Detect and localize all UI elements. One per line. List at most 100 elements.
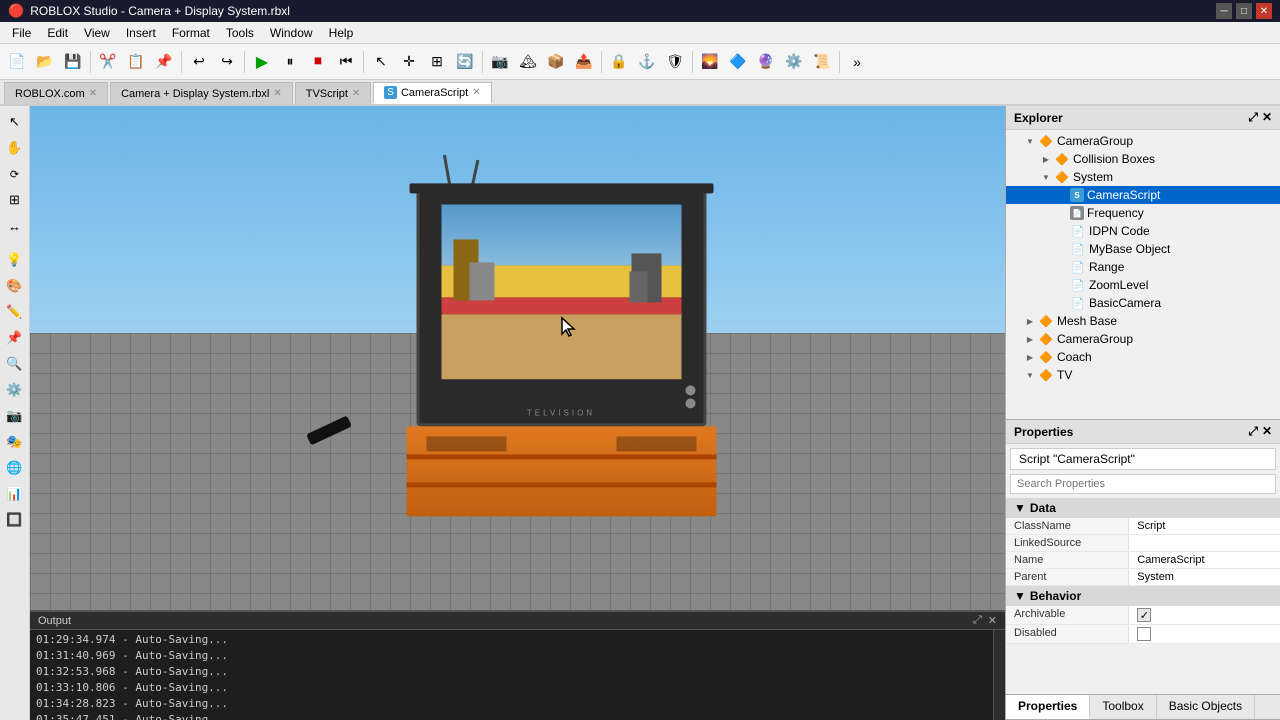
tool-globe[interactable]: 🌐 — [3, 456, 27, 480]
archivable-checkbox[interactable]: ✓ — [1137, 608, 1151, 622]
toolbar-terrain2[interactable]: 🌄 — [697, 49, 723, 75]
tree-item-tv[interactable]: ▼ 🔶 TV — [1006, 366, 1280, 384]
properties-expand-icon[interactable]: ⤢ — [1248, 424, 1258, 439]
toolbar-select[interactable]: ↖ — [368, 49, 394, 75]
tree-item-mybase[interactable]: 📄 MyBase Object — [1006, 240, 1280, 258]
tab-camerascript-close[interactable]: ✕ — [472, 87, 480, 98]
tab-main-close[interactable]: ✕ — [273, 88, 281, 99]
maximize-button[interactable]: □ — [1236, 3, 1252, 19]
tab-tvscript[interactable]: TVScript ✕ — [295, 82, 372, 104]
toggle-system[interactable]: ▼ — [1038, 169, 1054, 185]
menu-format[interactable]: Format — [164, 24, 218, 42]
toolbar-anchor[interactable]: ⚓ — [634, 49, 660, 75]
output-expand[interactable]: ⤢ — [973, 614, 982, 627]
menu-insert[interactable]: Insert — [118, 24, 164, 42]
tree-item-system[interactable]: ▼ 🔶 System — [1006, 168, 1280, 186]
menu-window[interactable]: Window — [262, 24, 321, 42]
toolbar-ungroup[interactable]: 📤 — [571, 49, 597, 75]
minimize-button[interactable]: ─ — [1216, 3, 1232, 19]
tool-rotate[interactable]: ⟳ — [3, 162, 27, 186]
tool-cam[interactable]: 📷 — [3, 404, 27, 428]
bottom-tab-toolbox[interactable]: Toolbox — [1090, 695, 1156, 719]
tree-item-basiccam[interactable]: 📄 BasicCamera — [1006, 294, 1280, 312]
tab-roblox-close[interactable]: ✕ — [89, 88, 97, 99]
explorer-tree[interactable]: ▼ 🔶 CameraGroup ▶ 🔶 Collision Boxes ▼ — [1006, 130, 1280, 419]
output-controls[interactable]: ⤢ ✕ — [973, 614, 997, 627]
toolbar-move[interactable]: ✛ — [396, 49, 422, 75]
tree-item-collision[interactable]: ▶ 🔶 Collision Boxes — [1006, 150, 1280, 168]
toggle-tv[interactable]: ▼ — [1022, 367, 1038, 383]
properties-header-controls[interactable]: ⤢ ✕ — [1248, 424, 1272, 439]
tool-pin[interactable]: 📌 — [3, 326, 27, 350]
toggle-idpn[interactable] — [1054, 223, 1070, 239]
menu-help[interactable]: Help — [321, 24, 362, 42]
bottom-tab-properties[interactable]: Properties — [1006, 695, 1090, 719]
toolbar-terrain[interactable]: 🏔 — [515, 49, 541, 75]
properties-close-icon[interactable]: ✕ — [1262, 424, 1272, 439]
menu-tools[interactable]: Tools — [218, 24, 262, 42]
prop-val-name[interactable]: CameraScript — [1129, 552, 1280, 568]
toggle-coach[interactable]: ▶ — [1022, 349, 1038, 365]
prop-val-archivable[interactable]: ✓ — [1129, 606, 1280, 624]
toolbar-lock[interactable]: 🔒 — [606, 49, 632, 75]
toolbar-more[interactable]: » — [844, 49, 870, 75]
tool-chart[interactable]: 📊 — [3, 482, 27, 506]
toolbar-undo[interactable]: ↩ — [186, 49, 212, 75]
toolbar-camera[interactable]: 📷 — [487, 49, 513, 75]
prop-val-linked[interactable] — [1129, 535, 1280, 551]
prop-val-disabled[interactable] — [1129, 625, 1280, 643]
tab-camerascript[interactable]: S CameraScript ✕ — [373, 82, 491, 104]
toolbar-scale[interactable]: ⊞ — [424, 49, 450, 75]
toolbar-pause[interactable]: ⏸ — [277, 49, 303, 75]
tab-tvscript-close[interactable]: ✕ — [352, 88, 360, 99]
viewport[interactable]: TELVISION — [30, 106, 1005, 720]
title-bar-controls[interactable]: ─ □ ✕ — [1216, 3, 1272, 19]
toolbar-paste[interactable]: 📌 — [151, 49, 177, 75]
tool-light[interactable]: 💡 — [3, 248, 27, 272]
prop-section-data[interactable]: ▼ Data — [1006, 498, 1280, 518]
prop-section-behavior[interactable]: ▼ Behavior — [1006, 586, 1280, 606]
tree-item-zoom[interactable]: 📄 ZoomLevel — [1006, 276, 1280, 294]
explorer-close-icon[interactable]: ✕ — [1262, 110, 1272, 125]
toggle-cameragroup2[interactable]: ▶ — [1022, 331, 1038, 347]
toolbar-play[interactable]: ▶ — [249, 49, 275, 75]
viewport-canvas[interactable]: TELVISION — [30, 106, 1005, 610]
tool-config[interactable]: ⚙️ — [3, 378, 27, 402]
tree-item-range[interactable]: 📄 Range — [1006, 258, 1280, 276]
tree-item-cameragroup2[interactable]: ▶ 🔶 CameraGroup — [1006, 330, 1280, 348]
prop-val-classname[interactable]: Script — [1129, 518, 1280, 534]
tool-box[interactable]: 🔲 — [3, 508, 27, 532]
toggle-cameragroup[interactable]: ▼ — [1022, 133, 1038, 149]
toolbar-script-btn[interactable]: 📜 — [809, 49, 835, 75]
toolbar-redo[interactable]: ↪ — [214, 49, 240, 75]
tool-pen[interactable]: ✏️ — [3, 300, 27, 324]
toolbar-model[interactable]: 🔮 — [753, 49, 779, 75]
explorer-expand-icon[interactable]: ⤢ — [1248, 110, 1258, 125]
toolbar-gear[interactable]: ⚙️ — [781, 49, 807, 75]
bottom-tab-basic-objects[interactable]: Basic Objects — [1157, 695, 1255, 719]
tool-paint[interactable]: 🎨 — [3, 274, 27, 298]
output-scrollbar[interactable] — [993, 630, 1005, 720]
explorer-header-controls[interactable]: ⤢ ✕ — [1248, 110, 1272, 125]
tree-item-camerascript[interactable]: S CameraScript — [1006, 186, 1280, 204]
output-content[interactable]: 01:29:34.974 - Auto-Saving...01:31:40.96… — [30, 630, 993, 720]
menu-edit[interactable]: Edit — [39, 24, 76, 42]
toolbar-new[interactable]: 📄 — [4, 49, 30, 75]
toolbar-rotate[interactable]: 🔄 — [452, 49, 478, 75]
properties-search-input[interactable] — [1010, 474, 1276, 494]
tool-resize[interactable]: ↔ — [3, 214, 27, 238]
output-close[interactable]: ✕ — [988, 614, 997, 627]
tree-item-meshbase[interactable]: ▶ 🔶 Mesh Base — [1006, 312, 1280, 330]
tool-select[interactable]: ↖ — [3, 110, 27, 134]
toolbar-collide[interactable]: 🛡 — [662, 49, 688, 75]
toggle-range[interactable] — [1054, 259, 1070, 275]
disabled-checkbox[interactable] — [1137, 627, 1151, 641]
tab-main-file[interactable]: Camera + Display System.rbxl ✕ — [110, 82, 293, 104]
prop-val-parent[interactable]: System — [1129, 569, 1280, 585]
toggle-mybase[interactable] — [1054, 241, 1070, 257]
toggle-basiccam[interactable] — [1054, 295, 1070, 311]
tab-roblox[interactable]: ROBLOX.com ✕ — [4, 82, 108, 104]
close-button[interactable]: ✕ — [1256, 3, 1272, 19]
tree-item-idpn[interactable]: 📄 IDPN Code — [1006, 222, 1280, 240]
toggle-zoom[interactable] — [1054, 277, 1070, 293]
